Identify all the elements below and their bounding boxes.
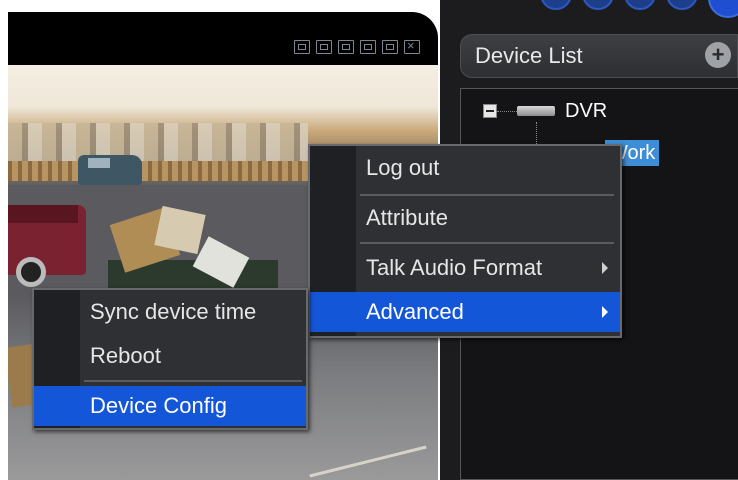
top-button[interactable] bbox=[540, 0, 572, 10]
submenu-item-sync-device-time[interactable]: Sync device time bbox=[34, 292, 306, 332]
menu-item-advanced[interactable]: Advanced bbox=[310, 292, 620, 332]
submenu-item-device-config[interactable]: Device Config bbox=[34, 386, 306, 426]
menu-separator bbox=[84, 380, 302, 382]
menu-item-label: Advanced bbox=[366, 299, 464, 324]
top-button-row bbox=[540, 0, 738, 18]
menu-item-label: Talk Audio Format bbox=[366, 255, 543, 280]
menu-item-attribute[interactable]: Attribute bbox=[310, 198, 620, 238]
menu-item-log-out[interactable]: Log out bbox=[310, 148, 620, 188]
collapse-toggle-icon[interactable] bbox=[483, 104, 497, 118]
menu-item-talk-audio-format[interactable]: Talk Audio Format bbox=[310, 248, 620, 288]
advanced-submenu: Sync device time Reboot Device Config bbox=[32, 288, 308, 430]
tree-item-dvr[interactable]: DVR bbox=[565, 100, 607, 123]
snapshot-icon[interactable] bbox=[360, 40, 376, 54]
submenu-item-reboot[interactable]: Reboot bbox=[34, 336, 306, 376]
menu-separator bbox=[360, 242, 614, 244]
top-button[interactable] bbox=[708, 0, 738, 18]
menu-separator bbox=[360, 194, 614, 196]
device-list-header: Device List bbox=[460, 34, 738, 78]
top-button[interactable] bbox=[666, 0, 698, 10]
audio-icon[interactable] bbox=[382, 40, 398, 54]
video-toolbar bbox=[294, 38, 420, 54]
close-icon[interactable] bbox=[404, 38, 420, 54]
top-button[interactable] bbox=[582, 0, 614, 10]
multi-view-icon[interactable] bbox=[316, 40, 332, 54]
record-icon[interactable] bbox=[338, 40, 354, 54]
dvr-device-icon bbox=[517, 106, 555, 116]
submenu-arrow-icon bbox=[602, 306, 608, 318]
context-menu: Log out Attribute Talk Audio Format Adva… bbox=[308, 144, 622, 338]
top-button[interactable] bbox=[624, 0, 656, 10]
plus-circle-icon[interactable]: + bbox=[705, 42, 731, 68]
submenu-arrow-icon bbox=[602, 262, 608, 274]
single-view-icon[interactable] bbox=[294, 40, 310, 54]
